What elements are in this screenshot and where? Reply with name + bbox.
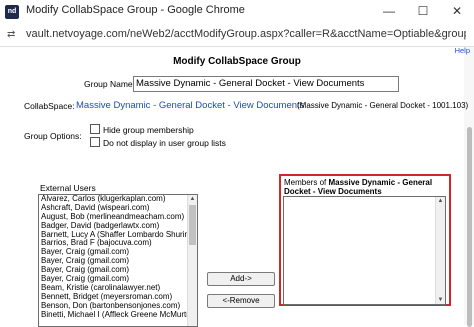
page-scrollbar[interactable] <box>464 47 474 327</box>
address-url[interactable]: vault.netvoyage.com/neWeb2/acctModifyGro… <box>26 28 466 40</box>
page-scrollbar-thumb[interactable] <box>467 127 472 327</box>
site-info-icon[interactable]: ⇄ <box>7 29 15 40</box>
maximize-button[interactable]: ☐ <box>406 0 440 24</box>
close-button[interactable]: ✕ <box>440 0 474 24</box>
no-display-checkbox[interactable] <box>90 137 100 147</box>
add-button[interactable]: Add-> <box>207 272 275 286</box>
group-name-input[interactable]: Massive Dynamic - General Docket - View … <box>133 76 399 92</box>
netdocuments-logo-icon: nd <box>5 5 19 19</box>
list-item[interactable]: Benson, Don (bartonbensonjones.com) <box>39 302 197 311</box>
help-link[interactable]: Help <box>455 46 470 55</box>
external-users-list[interactable]: Alvarez, Carlos (klugerkaplan.com) Ashcr… <box>38 194 198 327</box>
group-name-label: Group Name: <box>84 79 136 89</box>
members-label-prefix: Members of <box>284 178 329 187</box>
list-item[interactable]: Bennett, Bridget (meyersroman.com) <box>39 293 197 302</box>
list-item[interactable]: August, Bob (merlineandmeacham.com) <box>39 213 197 222</box>
scroll-down-icon[interactable]: ▼ <box>436 296 445 304</box>
window-title: Modify CollabSpace Group - Google Chrome <box>26 4 245 16</box>
list-item[interactable]: Bayer, Craig (gmail.com) <box>39 257 197 266</box>
external-users-scrollbar[interactable]: ▲ <box>187 195 197 326</box>
list-item[interactable]: Barnett, Lucy A (Shaffer Lombardo Shurin… <box>39 231 197 240</box>
group-options-label: Group Options: <box>24 131 82 141</box>
list-item[interactable]: Alvarez, Carlos (klugerkaplan.com) <box>39 195 197 204</box>
remove-button[interactable]: <-Remove <box>207 294 275 308</box>
address-bar[interactable]: ⇄ vault.netvoyage.com/neWeb2/acctModifyG… <box>0 24 474 47</box>
minimize-button[interactable]: — <box>372 0 406 24</box>
page-title: Modify CollabSpace Group <box>173 56 301 67</box>
list-item[interactable]: Binetti, Michael I (Affleck Greene McMur… <box>39 311 197 320</box>
collabspace-detail: (Massive Dynamic - General Docket - 1001… <box>297 101 469 110</box>
list-item[interactable]: Barrios, Brad F (bajocuva.com) <box>39 239 197 248</box>
scroll-up-icon[interactable]: ▲ <box>188 195 197 203</box>
list-item[interactable]: Beam, Kristie (carolinalawyer.net) <box>39 284 197 293</box>
list-item[interactable]: Bayer, Craig (gmail.com) <box>39 275 197 284</box>
no-display-label: Do not display in user group lists <box>103 138 226 148</box>
members-list[interactable]: ▲ ▼ <box>283 196 446 305</box>
hide-membership-checkbox[interactable] <box>90 124 100 134</box>
collabspace-link[interactable]: Massive Dynamic - General Docket - View … <box>76 100 304 111</box>
external-users-scroll-thumb[interactable] <box>189 205 196 245</box>
list-item[interactable]: Badger, David (badgerlawtx.com) <box>39 222 197 231</box>
scroll-up-icon[interactable]: ▲ <box>436 197 445 205</box>
members-scrollbar[interactable]: ▲ ▼ <box>435 197 445 304</box>
list-item[interactable]: Bayer, Craig (gmail.com) <box>39 248 197 257</box>
list-item[interactable]: Bayer, Craig (gmail.com) <box>39 266 197 275</box>
hide-membership-label: Hide group membership <box>103 125 194 135</box>
members-label: Members of Massive Dynamic - General Doc… <box>284 178 444 196</box>
list-item[interactable]: Ashcraft, David (wispeari.com) <box>39 204 197 213</box>
window-titlebar: nd Modify CollabSpace Group - Google Chr… <box>0 0 474 25</box>
collabspace-label: CollabSpace: <box>24 101 75 111</box>
external-users-label: External Users <box>40 183 96 193</box>
